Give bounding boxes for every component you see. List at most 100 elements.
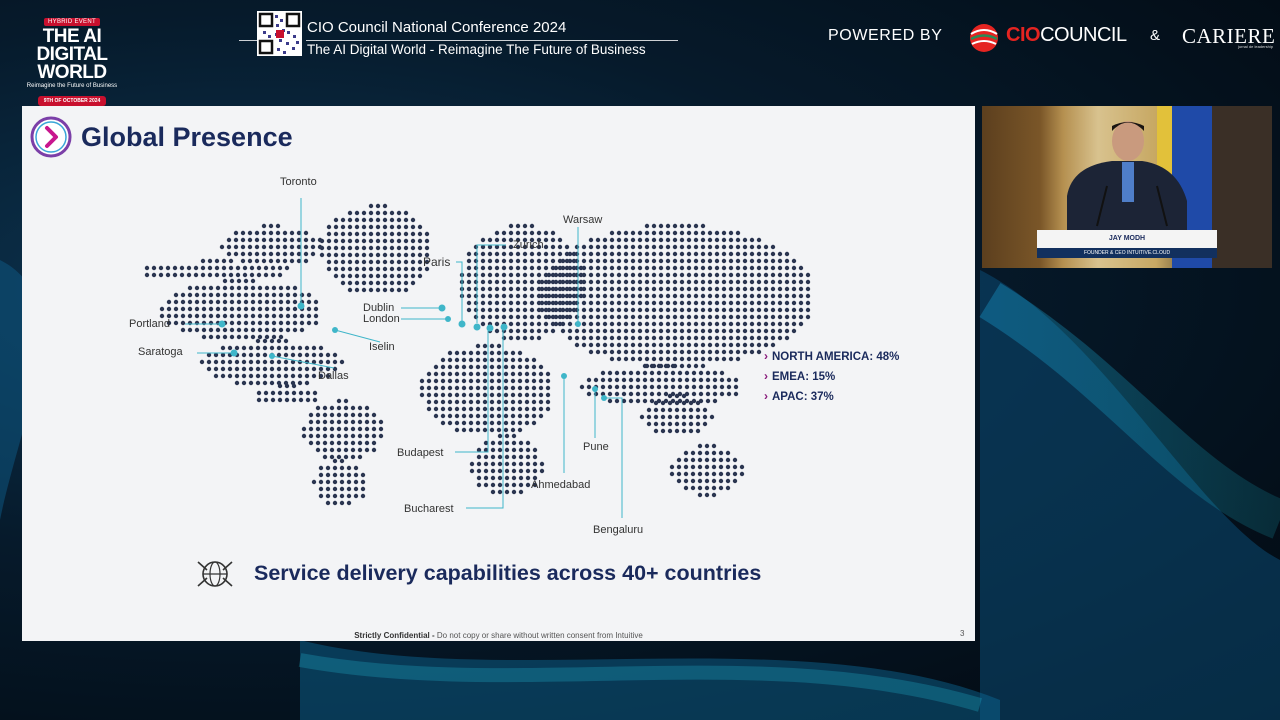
map-dot — [735, 342, 741, 348]
map-dot — [732, 471, 738, 477]
map-dot — [410, 238, 416, 244]
map-dot — [494, 307, 500, 313]
map-dot — [660, 421, 666, 427]
map-dot — [322, 419, 328, 425]
map-dot — [686, 237, 692, 243]
map-dot — [718, 450, 724, 456]
map-dot — [276, 338, 282, 344]
map-dot — [560, 258, 566, 264]
map-dot — [719, 370, 725, 376]
map-dot — [315, 412, 321, 418]
map-dot — [325, 500, 331, 506]
map-dot — [686, 272, 692, 278]
map-dot — [264, 292, 270, 298]
map-dot — [332, 493, 338, 499]
map-dot — [637, 237, 643, 243]
map-dot — [735, 293, 741, 299]
map-dot — [665, 272, 671, 278]
map-dot — [501, 230, 507, 236]
map-dot — [707, 244, 713, 250]
map-dot — [262, 352, 268, 358]
map-dot — [658, 307, 664, 313]
map-dot — [241, 359, 247, 365]
map-dot — [234, 380, 240, 386]
map-dot — [501, 265, 507, 271]
map-dot — [227, 366, 233, 372]
map-dot — [354, 245, 360, 251]
map-dot — [543, 328, 549, 334]
map-dot — [264, 299, 270, 305]
map-dot — [346, 486, 352, 492]
map-dot — [588, 286, 594, 292]
map-dot — [567, 300, 573, 306]
map-dot — [353, 472, 359, 478]
map-dot — [318, 493, 324, 499]
map-dot — [343, 405, 349, 411]
map-dot — [714, 293, 720, 299]
map-dot — [691, 377, 697, 383]
map-dot — [679, 314, 685, 320]
map-dot — [487, 272, 493, 278]
map-dot — [644, 265, 650, 271]
map-dot — [686, 230, 692, 236]
map-dot — [700, 272, 706, 278]
map-dot — [707, 272, 713, 278]
map-dot — [368, 273, 374, 279]
map-dot — [693, 314, 699, 320]
map-dot — [306, 299, 312, 305]
map-dot — [644, 307, 650, 313]
map-dot — [656, 363, 662, 369]
map-dot — [763, 328, 769, 334]
map-dot — [241, 352, 247, 358]
map-dot — [220, 359, 226, 365]
map-dot — [403, 238, 409, 244]
map-dot — [306, 292, 312, 298]
map-dot — [742, 293, 748, 299]
map-dot — [719, 391, 725, 397]
map-dot — [403, 252, 409, 258]
map-dot — [700, 237, 706, 243]
map-dot — [639, 414, 645, 420]
map-dot — [721, 230, 727, 236]
map-dot — [473, 251, 479, 257]
map-dot — [560, 314, 566, 320]
map-dot — [336, 398, 342, 404]
map-dot — [679, 237, 685, 243]
map-dot — [649, 377, 655, 383]
map-dot — [297, 345, 303, 351]
map-dot — [524, 392, 530, 398]
map-dot — [497, 482, 503, 488]
map-dot — [200, 258, 206, 264]
map-dot — [798, 286, 804, 292]
map-dot — [504, 433, 510, 439]
map-dot — [714, 251, 720, 257]
map-dot — [595, 258, 601, 264]
map-dot — [679, 335, 685, 341]
map-dot — [475, 427, 481, 433]
map-dot — [285, 320, 291, 326]
map-dot — [676, 464, 682, 470]
map-dot — [709, 414, 715, 420]
city-label-dallas: Dallas — [318, 370, 349, 382]
map-dot — [595, 237, 601, 243]
map-dot — [609, 272, 615, 278]
map-dot — [663, 391, 669, 397]
map-dot — [249, 265, 255, 271]
map-dot — [440, 378, 446, 384]
map-dot — [254, 237, 260, 243]
map-dot — [313, 306, 319, 312]
map-dot — [670, 363, 676, 369]
map-dot — [494, 300, 500, 306]
map-dot — [704, 485, 710, 491]
map-dot — [461, 413, 467, 419]
map-dot — [712, 370, 718, 376]
map-dot — [243, 299, 249, 305]
map-dot — [667, 393, 673, 399]
map-dot — [346, 500, 352, 506]
map-dot — [340, 217, 346, 223]
map-dot — [732, 478, 738, 484]
map-dot — [254, 258, 260, 264]
map-dot — [517, 357, 523, 363]
map-dot — [529, 286, 535, 292]
map-dot — [518, 475, 524, 481]
